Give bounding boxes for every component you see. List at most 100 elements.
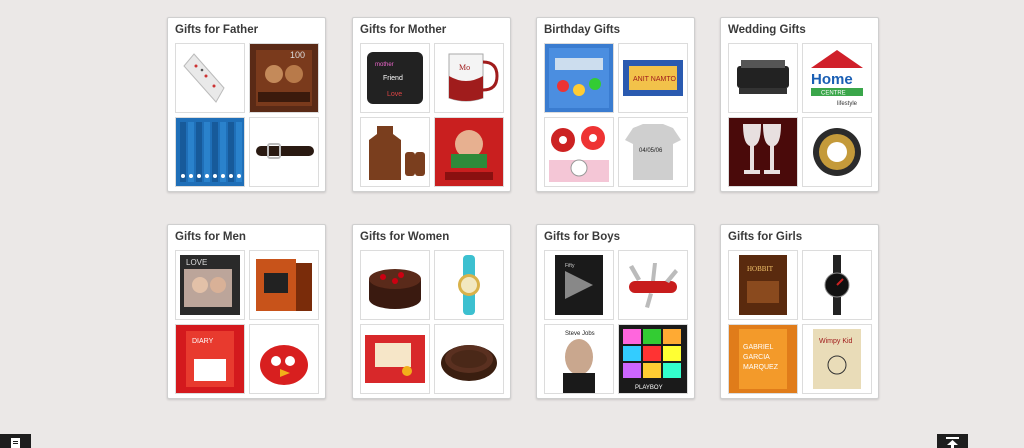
gift-category-card: Gifts for Women bbox=[352, 224, 511, 399]
product-image-home-centre-logo: Home CENTRE lifestyle bbox=[803, 44, 871, 112]
product-thumbnail-cookbook[interactable] bbox=[434, 117, 504, 187]
svg-text:ANIT NAMTO: ANIT NAMTO bbox=[633, 76, 676, 83]
product-image-watch bbox=[435, 251, 503, 319]
scroll-to-top-button[interactable] bbox=[937, 434, 968, 448]
document-icon bbox=[11, 438, 20, 448]
product-thumbnail-black-watch[interactable] bbox=[802, 250, 872, 320]
product-image-grill bbox=[729, 44, 797, 112]
gift-category-card: Birthday Gifts ANIT NAMTO 04/05/06 bbox=[536, 17, 695, 192]
product-image-dvd: 100 bbox=[250, 44, 318, 112]
product-image-book-box-set bbox=[250, 251, 318, 319]
product-image-cupcakes bbox=[545, 118, 613, 186]
gift-category-card: Gifts for Girls HOBBIT GABRIEL GARCIA MARQUE… bbox=[720, 224, 879, 399]
product-thumbnail-kid-book[interactable]: Wimpy Kid bbox=[802, 324, 872, 394]
product-thumbnail-novel[interactable]: Fifty bbox=[544, 250, 614, 320]
product-image-cushion: mother Friend Love bbox=[361, 44, 429, 112]
product-thumbnail-photo-frame[interactable]: LOVE bbox=[175, 250, 245, 320]
product-image-swiss-knife bbox=[619, 251, 687, 319]
product-thumbnail-wine-glasses[interactable] bbox=[728, 117, 798, 187]
product-image-cake bbox=[361, 251, 429, 319]
product-image-name-banner: ANIT NAMTO bbox=[619, 44, 687, 112]
category-title-link[interactable]: Birthday Gifts bbox=[544, 24, 620, 36]
document-button[interactable] bbox=[0, 434, 31, 448]
product-thumbnail-book-box-set[interactable] bbox=[249, 250, 319, 320]
category-title-link[interactable]: Gifts for Mother bbox=[360, 24, 446, 36]
product-thumbnail-books[interactable] bbox=[175, 117, 245, 187]
product-image-mug: Mo bbox=[435, 44, 503, 112]
gift-category-card: Gifts for Men LOVE DIARY bbox=[167, 224, 326, 399]
scroll-to-top-icon bbox=[946, 437, 959, 448]
product-thumbnail-belt[interactable] bbox=[249, 117, 319, 187]
product-thumbnail-biography[interactable]: Steve Jobs bbox=[544, 324, 614, 394]
category-title-link[interactable]: Gifts for Father bbox=[175, 24, 258, 36]
product-image-diary-book: DIARY bbox=[176, 325, 244, 393]
product-image-kid-book: Wimpy Kid bbox=[803, 325, 871, 393]
product-thumbnail-marquez-book[interactable]: GABRIEL GARCIA MARQUEZ bbox=[728, 324, 798, 394]
product-thumbnail-toy-kit[interactable] bbox=[544, 43, 614, 113]
svg-text:PLAYBOY: PLAYBOY bbox=[635, 385, 663, 391]
svg-text:Wimpy Kid: Wimpy Kid bbox=[819, 338, 853, 345]
product-thumbnail-swiss-knife[interactable] bbox=[618, 250, 688, 320]
product-image-toy-kit bbox=[545, 44, 613, 112]
product-image-wreath bbox=[803, 118, 871, 186]
product-image-apron bbox=[361, 118, 429, 186]
product-image-black-watch bbox=[803, 251, 871, 319]
product-thumbnail-cupcakes[interactable] bbox=[544, 117, 614, 187]
product-thumbnail-angry-bird[interactable] bbox=[249, 324, 319, 394]
product-thumbnail-tie[interactable] bbox=[175, 43, 245, 113]
gift-category-card: Wedding Gifts Home CENTRE lifestyle bbox=[720, 17, 879, 192]
product-image-card bbox=[361, 325, 429, 393]
svg-text:Love: Love bbox=[387, 91, 402, 98]
product-image-cookbook bbox=[435, 118, 503, 186]
gift-category-card: Gifts for Father 100 bbox=[167, 17, 326, 192]
svg-text:GARCIA: GARCIA bbox=[743, 354, 770, 361]
svg-text:LOVE: LOVE bbox=[186, 258, 207, 267]
svg-text:MARQUEZ: MARQUEZ bbox=[743, 364, 779, 371]
category-title-link[interactable]: Wedding Gifts bbox=[728, 24, 806, 36]
svg-text:DIARY: DIARY bbox=[192, 338, 214, 345]
product-image-books bbox=[176, 118, 244, 186]
product-image-hobbit-book: HOBBIT bbox=[729, 251, 797, 319]
product-thumbnail-pop-art[interactable]: PLAYBOY bbox=[618, 324, 688, 394]
svg-text:Mo: Mo bbox=[459, 63, 470, 72]
svg-text:GABRIEL: GABRIEL bbox=[743, 344, 773, 351]
product-thumbnail-cushion[interactable]: mother Friend Love bbox=[360, 43, 430, 113]
product-image-tshirt: 04/05/06 bbox=[619, 118, 687, 186]
svg-text:lifestyle: lifestyle bbox=[837, 101, 858, 107]
category-title-link[interactable]: Gifts for Boys bbox=[544, 231, 620, 243]
product-thumbnail-hobbit-book[interactable]: HOBBIT bbox=[728, 250, 798, 320]
product-thumbnail-mug[interactable]: Mo bbox=[434, 43, 504, 113]
svg-text:Steve Jobs: Steve Jobs bbox=[565, 331, 595, 337]
svg-text:CENTRE: CENTRE bbox=[821, 91, 846, 97]
svg-text:mother: mother bbox=[375, 62, 394, 68]
gift-category-card: Gifts for Mother mother Friend Love Mo bbox=[352, 17, 511, 192]
product-image-wine-glasses bbox=[729, 118, 797, 186]
svg-text:100: 100 bbox=[290, 50, 305, 60]
product-image-pop-art: PLAYBOY bbox=[619, 325, 687, 393]
category-title-link[interactable]: Gifts for Girls bbox=[728, 231, 802, 243]
product-thumbnail-tshirt[interactable]: 04/05/06 bbox=[618, 117, 688, 187]
product-image-photo-frame: LOVE bbox=[176, 251, 244, 319]
product-thumbnail-wreath[interactable] bbox=[802, 117, 872, 187]
product-thumbnail-apron[interactable] bbox=[360, 117, 430, 187]
product-thumbnail-card[interactable] bbox=[360, 324, 430, 394]
product-thumbnail-home-centre-logo[interactable]: Home CENTRE lifestyle bbox=[802, 43, 872, 113]
svg-text:04/05/06: 04/05/06 bbox=[639, 148, 663, 154]
product-thumbnail-cake[interactable] bbox=[360, 250, 430, 320]
product-image-novel: Fifty bbox=[545, 251, 613, 319]
product-thumbnail-chocolate-cake[interactable] bbox=[434, 324, 504, 394]
product-image-biography: Steve Jobs bbox=[545, 325, 613, 393]
product-thumbnail-diary-book[interactable]: DIARY bbox=[175, 324, 245, 394]
category-title-link[interactable]: Gifts for Men bbox=[175, 231, 246, 243]
product-thumbnail-watch[interactable] bbox=[434, 250, 504, 320]
product-thumbnail-dvd[interactable]: 100 bbox=[249, 43, 319, 113]
svg-text:HOBBIT: HOBBIT bbox=[747, 265, 774, 273]
svg-text:Friend: Friend bbox=[383, 75, 403, 82]
svg-text:Fifty: Fifty bbox=[565, 263, 575, 269]
product-image-belt bbox=[250, 118, 318, 186]
product-image-tie bbox=[176, 44, 244, 112]
category-title-link[interactable]: Gifts for Women bbox=[360, 231, 449, 243]
product-thumbnail-grill[interactable] bbox=[728, 43, 798, 113]
product-thumbnail-name-banner[interactable]: ANIT NAMTO bbox=[618, 43, 688, 113]
product-image-marquez-book: GABRIEL GARCIA MARQUEZ bbox=[729, 325, 797, 393]
